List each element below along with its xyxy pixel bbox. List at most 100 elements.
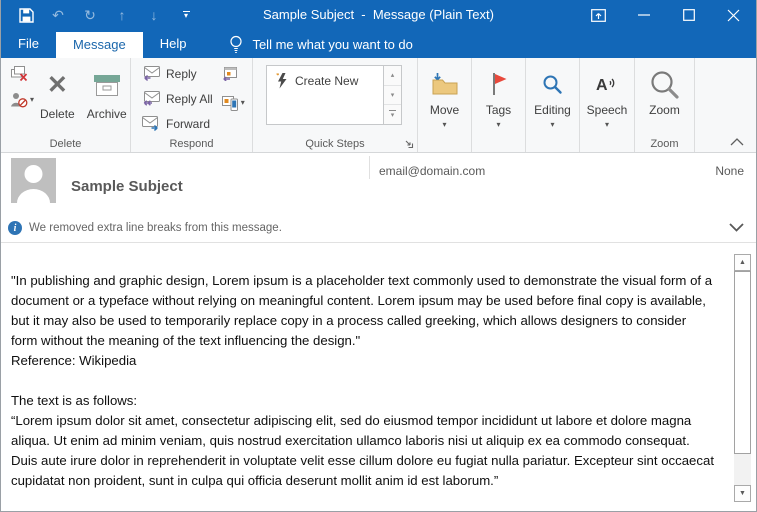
- title-bar: ↶ ↻ ↑ ↓ ▾ Sample Subject - Message (Plai…: [1, 0, 756, 30]
- block-sender-icon: [10, 92, 28, 108]
- archive-label: Archive: [87, 107, 127, 121]
- close-icon: [727, 9, 740, 22]
- ribbon-group-quick-steps: Create New ▴ ▾ ▾ Quick Steps: [253, 58, 418, 152]
- maximize-button[interactable]: [666, 0, 711, 30]
- create-new-label: Create New: [295, 74, 358, 88]
- speech-button[interactable]: A Speech ▾: [580, 58, 634, 152]
- next-item-button[interactable]: ↓: [145, 6, 163, 24]
- zoom-icon: [649, 69, 680, 100]
- minimize-button[interactable]: [621, 0, 666, 30]
- delete-label: Delete: [40, 107, 75, 121]
- close-button[interactable]: [711, 0, 756, 30]
- speech-label: Speech: [587, 103, 628, 117]
- move-caret-icon: ▾: [442, 121, 446, 129]
- gallery-more-button[interactable]: ▾: [384, 105, 401, 124]
- save-button[interactable]: [17, 6, 35, 24]
- tags-caret-icon: ▾: [496, 121, 500, 129]
- editing-label: Editing: [534, 103, 571, 117]
- ribbon: ▾ ✕ Delete Archive: [1, 58, 756, 153]
- body-blank-line: [11, 371, 716, 391]
- maximize-icon: [683, 9, 695, 21]
- window-controls: [576, 0, 756, 30]
- ignore-button[interactable]: [10, 65, 29, 82]
- svg-text:A: A: [596, 77, 608, 94]
- tags-label: Tags: [486, 103, 511, 117]
- delete-button[interactable]: ✕ Delete: [34, 60, 81, 121]
- ribbon-display-options-button[interactable]: [576, 0, 621, 30]
- forward-icon: [141, 115, 161, 132]
- scrollbar-up-icon: ▲: [739, 259, 746, 266]
- speech-read-aloud-icon: A: [594, 73, 620, 95]
- delete-x-icon: ✕: [47, 70, 68, 100]
- info-bar: i We removed extra line breaks from this…: [1, 221, 282, 235]
- tell-me-box[interactable]: Tell me what you want to do: [229, 30, 412, 58]
- gallery-scroll-up-button[interactable]: ▴: [384, 66, 401, 86]
- gallery-scroll-down-button[interactable]: ▾: [384, 86, 401, 106]
- reply-label: Reply: [166, 67, 197, 81]
- zoom-group-label: Zoom: [635, 138, 694, 150]
- lightbulb-icon: [229, 35, 243, 54]
- scrollbar-thumb[interactable]: [734, 271, 751, 454]
- move-button[interactable]: Move ▾: [418, 58, 471, 152]
- meeting-button[interactable]: [221, 66, 245, 81]
- reply-button[interactable]: Reply: [141, 62, 213, 85]
- scroll-up-icon: ▴: [391, 71, 395, 79]
- block-sender-button[interactable]: ▾: [10, 92, 34, 108]
- collapse-ribbon-button[interactable]: [730, 138, 744, 146]
- delete-group-label: Delete: [1, 138, 130, 150]
- outlook-message-window: ↶ ↻ ↑ ↓ ▾ Sample Subject - Message (Plai…: [0, 0, 757, 512]
- scrollbar-up-button[interactable]: ▲: [734, 254, 751, 271]
- save-icon: [19, 8, 34, 23]
- scrollbar-down-button[interactable]: ▼: [734, 485, 751, 502]
- ribbon-filler: [695, 58, 756, 152]
- ribbon-group-tags: Tags ▾: [472, 58, 526, 152]
- reply-all-button[interactable]: Reply All: [141, 87, 213, 110]
- tags-button[interactable]: Tags ▾: [472, 58, 525, 152]
- create-new-quick-step[interactable]: Create New: [274, 72, 383, 89]
- tab-message[interactable]: Message: [56, 32, 143, 58]
- respond-group-label: Respond: [131, 138, 252, 150]
- person-icon: [11, 158, 56, 203]
- scrollbar-track[interactable]: [734, 454, 751, 485]
- header-divider: [369, 156, 370, 179]
- forward-label: Forward: [166, 117, 210, 131]
- body-reference: Reference: Wikipedia: [11, 351, 716, 371]
- message-body[interactable]: "In publishing and graphic design, Lorem…: [1, 244, 756, 511]
- sender-avatar: [11, 158, 56, 203]
- redo-button[interactable]: ↻: [81, 6, 99, 24]
- ribbon-group-move: Move ▾: [418, 58, 472, 152]
- message-text: "In publishing and graphic design, Lorem…: [11, 271, 716, 491]
- forward-button[interactable]: Forward: [141, 112, 213, 135]
- zoom-label: Zoom: [649, 103, 680, 117]
- body-scrollbar[interactable]: ▲ ▼: [734, 254, 751, 502]
- ribbon-group-delete: ▾ ✕ Delete Archive: [1, 58, 131, 152]
- customize-qat-button[interactable]: ▾: [177, 6, 195, 24]
- archive-icon: [92, 72, 122, 99]
- arrow-down-icon: ↓: [151, 8, 158, 22]
- quick-steps-dialog-launcher[interactable]: [404, 139, 414, 149]
- previous-item-button[interactable]: ↑: [113, 6, 131, 24]
- expand-header-button[interactable]: [729, 223, 744, 232]
- im-icon: [221, 95, 239, 111]
- tab-help[interactable]: Help: [143, 30, 204, 58]
- arrow-up-icon: ↑: [119, 8, 126, 22]
- ribbon-group-editing: Editing ▾: [526, 58, 580, 152]
- archive-button[interactable]: Archive: [81, 60, 133, 121]
- flag-icon: [489, 71, 509, 97]
- info-message: We removed extra line breaks from this m…: [29, 222, 282, 234]
- move-label: Move: [430, 103, 459, 117]
- more-respond-actions-button[interactable]: ▾: [221, 95, 245, 111]
- body-paragraph-2: “Lorem ipsum dolor sit amet, consectetur…: [11, 411, 716, 491]
- ribbon-display-options-icon: [591, 9, 606, 22]
- undo-button[interactable]: ↶: [49, 6, 67, 24]
- sender-email: email@domain.com: [379, 164, 485, 178]
- more-respond-caret-icon: ▾: [241, 99, 245, 107]
- quick-steps-group-label: Quick Steps: [253, 138, 417, 150]
- chevron-up-icon: [730, 138, 744, 146]
- tab-file[interactable]: File: [1, 30, 56, 58]
- editing-button[interactable]: Editing ▾: [526, 58, 579, 152]
- scrollbar-down-icon: ▼: [739, 490, 746, 497]
- body-paragraph-1: "In publishing and graphic design, Lorem…: [11, 271, 716, 351]
- chevron-down-icon: [729, 223, 744, 232]
- ribbon-group-speech: A Speech ▾: [580, 58, 635, 152]
